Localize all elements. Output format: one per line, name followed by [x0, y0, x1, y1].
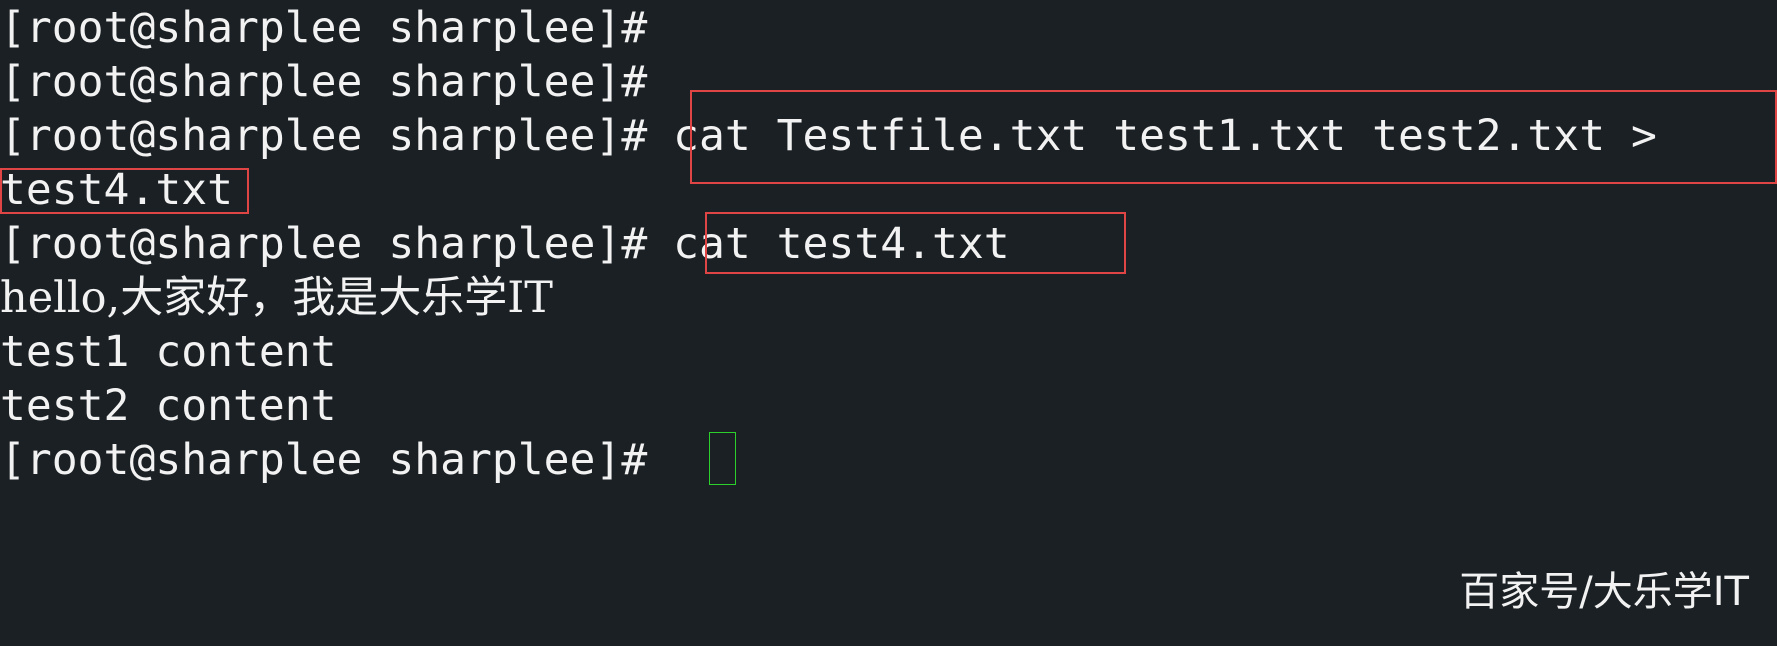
terminal-window[interactable]: [root@sharplee sharplee]# [root@sharplee… — [0, 0, 1777, 646]
shell-prompt: [root@sharplee sharplee]# — [0, 3, 648, 53]
terminal-line: [root@sharplee sharplee]# — [0, 55, 647, 109]
command-input[interactable] — [647, 435, 673, 485]
shell-prompt: [root@sharplee sharplee]# — [0, 57, 648, 107]
output-line: test1 content — [0, 325, 337, 379]
shell-prompt: [root@sharplee sharplee]# — [0, 435, 648, 485]
watermark: 百家号/大乐学IT — [1459, 569, 1749, 615]
terminal-line: [root@sharplee sharplee]# — [0, 433, 673, 487]
output-line: hello,大家好，我是大乐学IT — [0, 271, 553, 325]
shell-prompt: [root@sharplee sharplee]# — [0, 111, 648, 161]
output-line: test2 content — [0, 379, 337, 433]
highlight-box — [690, 90, 1777, 184]
highlight-box — [705, 212, 1126, 274]
terminal-line: [root@sharplee sharplee]# — [0, 1, 647, 55]
highlight-box — [0, 168, 249, 214]
output-text: hello,大家好，我是大乐学IT — [0, 273, 553, 323]
output-text: test2 content — [0, 381, 337, 431]
text-cursor — [709, 432, 736, 485]
shell-prompt: [root@sharplee sharplee]# — [0, 219, 648, 269]
output-text: test1 content — [0, 327, 337, 377]
